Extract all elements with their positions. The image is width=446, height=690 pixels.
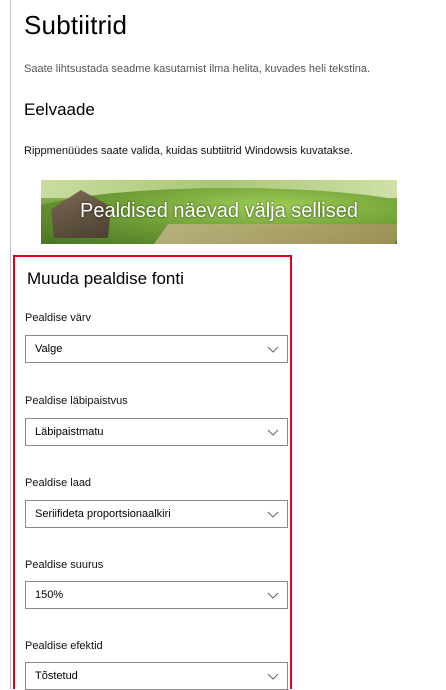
chevron-down-icon (267, 346, 279, 353)
caption-size-dropdown[interactable]: 150% (25, 581, 288, 609)
chevron-down-icon (267, 673, 279, 680)
caption-style-label: Pealdise laad (25, 477, 92, 489)
caption-style-dropdown[interactable]: Seriifideta proportsionaalkiri (25, 500, 288, 528)
caption-color-dropdown[interactable]: Valge (25, 335, 288, 363)
caption-style-value: Seriifideta proportsionaalkiri (35, 508, 171, 520)
caption-color-label: Pealdise värv (25, 312, 92, 324)
preview-path (153, 224, 397, 244)
caption-effects-value: Tõstetud (35, 670, 78, 682)
caption-transparency-value: Läbipaistmatu (35, 426, 104, 438)
caption-preview-image: Pealdised näevad välja sellised (41, 180, 397, 244)
preview-heading: Eelvaade (24, 100, 95, 119)
chevron-down-icon (267, 429, 279, 436)
chevron-down-icon (267, 592, 279, 599)
preview-caption-text: Pealdised näevad välja sellised (80, 200, 358, 222)
page-description: Saate lihtsustada seadme kasutamist ilma… (24, 63, 371, 75)
caption-size-label: Pealdise suurus (25, 559, 104, 571)
section-title: Muuda pealdise fonti (27, 269, 184, 288)
chevron-down-icon (267, 511, 279, 518)
caption-effects-label: Pealdise efektid (25, 640, 103, 652)
caption-effects-dropdown[interactable]: Tõstetud (25, 662, 288, 690)
caption-color-value: Valge (35, 343, 63, 355)
preview-info: Rippmenüüdes saate valida, kuidas subtii… (24, 145, 353, 157)
caption-size-value: 150% (35, 589, 64, 601)
caption-font-section: Muuda pealdise fonti Pealdise värv Valge… (13, 255, 292, 690)
caption-transparency-label: Pealdise läbipaistvus (25, 395, 128, 407)
page-title: Subtiitrid (24, 10, 128, 40)
caption-transparency-dropdown[interactable]: Läbipaistmatu (25, 418, 288, 446)
